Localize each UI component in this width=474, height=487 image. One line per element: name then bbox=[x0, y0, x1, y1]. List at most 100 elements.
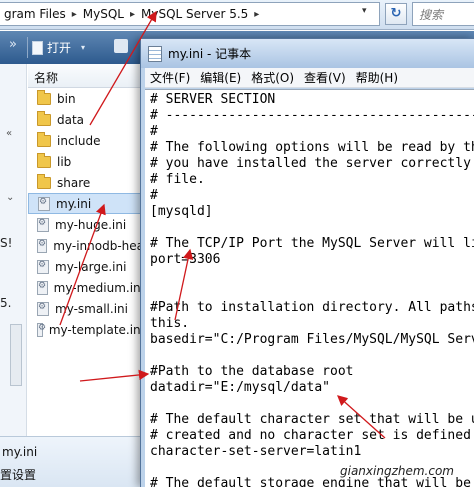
settings-file-icon bbox=[38, 196, 50, 211]
text-line: # you have installed the server correctl… bbox=[150, 156, 474, 171]
details-pane: my.ini 置设置 bbox=[0, 436, 144, 487]
notepad-title-bar[interactable]: my.ini - 记事本 bbox=[141, 39, 474, 68]
text-line: # file. bbox=[150, 172, 205, 187]
settings-file-icon bbox=[37, 217, 49, 232]
breadcrumb-item[interactable]: MySQL bbox=[81, 7, 126, 21]
file-row[interactable]: my-template.ini bbox=[28, 319, 144, 340]
address-box[interactable]: gram Files ▸ MySQL ▸ MySQL Server 5.5 ▸ bbox=[0, 2, 380, 26]
toolbar-divider bbox=[27, 37, 28, 58]
text-line: port=3306 bbox=[150, 252, 221, 267]
settings-file-icon bbox=[37, 238, 48, 253]
menu-help[interactable]: 帮助(H) bbox=[351, 69, 403, 86]
file-name: lib bbox=[57, 154, 72, 169]
text-line: # created and no character set is define… bbox=[150, 428, 471, 443]
menu-format[interactable]: 格式(O) bbox=[246, 69, 299, 86]
text-line: character-set-server=latin1 bbox=[150, 444, 362, 459]
folder-icon bbox=[37, 131, 51, 147]
folder-icon bbox=[37, 89, 51, 105]
text-line: [mysqld] bbox=[150, 204, 213, 219]
file-name: include bbox=[57, 133, 101, 148]
text-line bbox=[150, 268, 474, 284]
text-editor[interactable]: # SERVER SECTION # ----------------------… bbox=[145, 89, 474, 487]
chevron-down-icon[interactable]: ⌄ bbox=[6, 192, 14, 203]
file-row[interactable]: my-small.ini bbox=[28, 298, 144, 319]
file-row[interactable]: my-huge.ini bbox=[28, 214, 144, 235]
chevron-down-icon[interactable]: ▾ bbox=[362, 6, 367, 16]
open-button[interactable]: 打开 ▾ bbox=[32, 37, 85, 58]
folder-icon bbox=[37, 173, 51, 189]
text-line: #Path to installation directory. All pat… bbox=[150, 300, 474, 315]
settings-file-icon bbox=[37, 301, 49, 316]
notepad-icon bbox=[148, 45, 162, 62]
nav-item-partial[interactable]: 5. bbox=[0, 296, 11, 310]
chevron-right-icon[interactable]: ▸ bbox=[250, 9, 263, 20]
notepad-window: my.ini - 记事本 文件(F) 编辑(E) 格式(O) 查看(V) 帮助(… bbox=[140, 38, 474, 487]
chevron-double-right-icon[interactable]: » bbox=[0, 37, 26, 52]
details-text: 置设置 bbox=[0, 468, 37, 482]
text-line bbox=[150, 348, 474, 364]
text-line: # The following options will be read by … bbox=[150, 140, 474, 155]
chevron-up-icon[interactable]: « bbox=[6, 128, 12, 139]
chevron-down-icon[interactable]: ▾ bbox=[81, 43, 85, 52]
menu-edit[interactable]: 编辑(E) bbox=[195, 69, 246, 86]
text-line bbox=[150, 396, 474, 412]
menu-view[interactable]: 查看(V) bbox=[299, 69, 351, 86]
folder-icon bbox=[37, 152, 51, 168]
folder-icon bbox=[37, 110, 51, 126]
nav-item-partial[interactable]: S! bbox=[0, 236, 12, 250]
breadcrumb-item[interactable]: MySQL Server 5.5 bbox=[139, 7, 250, 21]
file-name: share bbox=[57, 175, 91, 190]
text-line bbox=[150, 284, 474, 300]
file-row[interactable]: share bbox=[28, 172, 144, 193]
file-row[interactable]: data bbox=[28, 109, 144, 130]
navigation-pane: « ⌄ S! 5. bbox=[0, 64, 27, 436]
open-button-label: 打开 bbox=[47, 41, 72, 55]
file-row[interactable]: bin bbox=[28, 88, 144, 109]
file-name: my-medium.ini bbox=[53, 280, 144, 295]
chevron-right-icon[interactable]: ▸ bbox=[126, 9, 139, 20]
file-row[interactable]: include bbox=[28, 130, 144, 151]
settings-file-icon bbox=[37, 280, 48, 295]
file-name: my-template.ini bbox=[48, 322, 144, 337]
file-name: my-innodb-hea bbox=[53, 238, 144, 253]
text-line: #Path to the database root bbox=[150, 364, 354, 379]
file-row[interactable]: my.ini bbox=[28, 193, 144, 214]
file-name: bin bbox=[57, 91, 76, 106]
file-row[interactable]: my-innodb-hea bbox=[28, 235, 144, 256]
text-line: basedir="C:/Program Files/MySQL/MySQL Se… bbox=[150, 332, 474, 347]
search-input[interactable]: 搜索 bbox=[412, 2, 474, 26]
file-name: data bbox=[57, 112, 85, 127]
refresh-button[interactable]: ↻ bbox=[385, 3, 407, 25]
text-line: # The TCP/IP Port the MySQL Server will … bbox=[150, 236, 474, 251]
scrollbar[interactable] bbox=[10, 324, 22, 386]
menu-file[interactable]: 文件(F) bbox=[145, 69, 195, 86]
menu-bar: 文件(F) 编辑(E) 格式(O) 查看(V) 帮助(H) bbox=[145, 68, 474, 88]
file-name: my-small.ini bbox=[55, 301, 128, 316]
text-line: this. bbox=[150, 316, 190, 331]
file-list: bin data include lib share my.ini my-huge.ini m… bbox=[28, 88, 144, 340]
chevron-right-icon[interactable]: ▸ bbox=[68, 9, 81, 20]
file-row[interactable]: lib bbox=[28, 151, 144, 172]
text-line: # --------------------------------------… bbox=[150, 108, 474, 123]
settings-file-icon bbox=[37, 259, 49, 274]
editor-content: # SERVER SECTION # ----------------------… bbox=[150, 92, 474, 487]
watermark: gianxingzhem.com bbox=[340, 464, 454, 478]
text-line: # bbox=[150, 188, 158, 203]
document-icon bbox=[32, 40, 43, 55]
file-name: my-large.ini bbox=[55, 259, 127, 274]
file-row[interactable]: my-medium.ini bbox=[28, 277, 144, 298]
address-bar: gram Files ▸ MySQL ▸ MySQL Server 5.5 ▸ … bbox=[0, 0, 474, 30]
text-line bbox=[150, 220, 474, 236]
column-header-name[interactable]: 名称 bbox=[28, 64, 144, 88]
file-row[interactable]: my-large.ini bbox=[28, 256, 144, 277]
breadcrumb-item[interactable]: gram Files bbox=[2, 7, 68, 21]
print-icon[interactable] bbox=[114, 39, 128, 53]
window-title: my.ini - 记事本 bbox=[168, 47, 252, 61]
settings-file-icon bbox=[37, 322, 46, 337]
text-line: # The default character set that will be… bbox=[150, 412, 474, 427]
text-line: # bbox=[150, 124, 158, 139]
file-name: my-huge.ini bbox=[55, 217, 127, 232]
text-line: datadir="E:/mysql/data" bbox=[150, 380, 331, 395]
text-line: # SERVER SECTION bbox=[150, 92, 276, 107]
file-name: my.ini bbox=[56, 196, 92, 211]
